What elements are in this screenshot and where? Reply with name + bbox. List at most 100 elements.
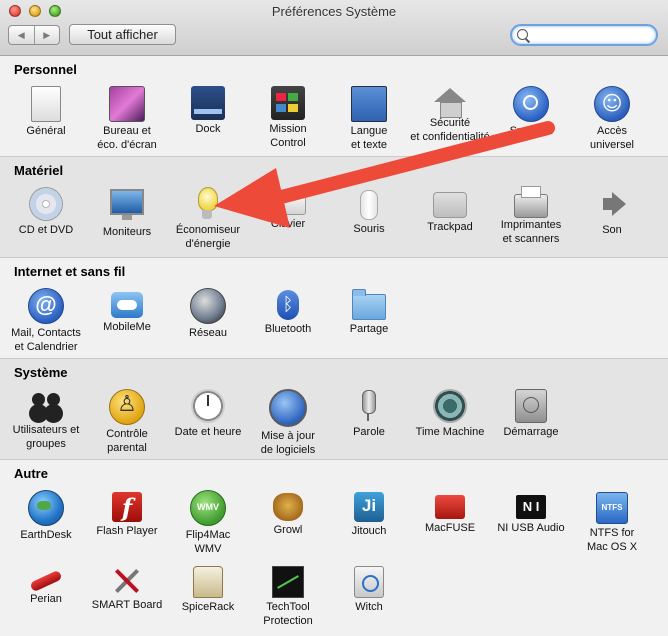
pane-label: SMART Board xyxy=(91,599,163,611)
pane-label-line2: et texte xyxy=(350,139,388,151)
pane-cd-dvd[interactable]: CD et DVD xyxy=(4,187,88,237)
macfuse-icon xyxy=(435,495,465,519)
section-title: Autre xyxy=(14,466,48,481)
pane-keyboard[interactable]: Clavier xyxy=(246,187,330,231)
pane-label: Langue xyxy=(350,125,388,137)
time-machine-icon xyxy=(433,389,467,423)
pane-label: NTFS for xyxy=(589,527,635,539)
pane-label: Time Machine xyxy=(415,426,485,438)
pane-label: Trackpad xyxy=(427,221,473,233)
section-title: Personnel xyxy=(14,62,77,77)
pane-perian[interactable]: Perian xyxy=(4,564,88,606)
pane-label-line2: et Calendrier xyxy=(14,341,78,353)
pane-parental-controls[interactable]: Contrôle parental xyxy=(85,389,169,455)
pane-flip4mac[interactable]: Flip4Mac WMV xyxy=(166,490,250,556)
pane-witch[interactable]: Witch xyxy=(327,564,411,614)
sharing-folder-icon xyxy=(352,289,386,320)
search-field[interactable] xyxy=(510,24,658,46)
perian-icon xyxy=(29,569,63,593)
pane-label: Général xyxy=(26,125,66,137)
section-personnel: Personnel Général Bureau et éco. d'écran … xyxy=(0,56,668,157)
pane-spotlight[interactable]: Spotlight xyxy=(489,86,573,138)
earthdesk-icon xyxy=(28,490,64,526)
pane-label-line2: Mac OS X xyxy=(586,541,638,553)
pane-label: Utilisateurs et xyxy=(12,424,80,436)
pane-monitors[interactable]: Moniteurs xyxy=(85,187,169,239)
pane-mission-control[interactable]: Mission Control xyxy=(246,86,330,150)
energy-bulb-icon xyxy=(198,187,218,219)
pane-mouse[interactable]: Souris xyxy=(327,187,411,236)
flash-player-icon xyxy=(112,492,142,522)
pane-time-machine[interactable]: Time Machine xyxy=(408,389,492,439)
pane-label: Mail, Contacts xyxy=(11,327,81,339)
pane-label: Démarrage xyxy=(503,426,559,438)
pane-label-line2: de logiciels xyxy=(260,444,316,456)
pane-startup-disk[interactable]: Démarrage xyxy=(489,389,573,439)
pane-mobileme[interactable]: MobileMe xyxy=(85,288,169,334)
pane-software-update[interactable]: Mise à jour de logiciels xyxy=(246,389,330,457)
speaker-icon xyxy=(595,187,629,221)
pane-label: MacFUSE xyxy=(424,522,476,534)
pane-ni-usb-audio[interactable]: NI USB Audio xyxy=(489,490,573,535)
startup-disk-icon xyxy=(515,389,547,423)
pane-techtool[interactable]: TechTool Protection xyxy=(246,564,330,628)
pane-bluetooth[interactable]: Bluetooth xyxy=(246,288,330,336)
ntfs-icon xyxy=(596,492,628,524)
pane-label-line2: et scanners xyxy=(502,233,560,245)
growl-icon xyxy=(273,493,303,521)
forward-arrow-icon: ▶ xyxy=(43,29,51,40)
pane-macfuse[interactable]: MacFUSE xyxy=(408,490,492,535)
pane-label: Mission xyxy=(269,123,307,135)
pane-language-text[interactable]: Langue et texte xyxy=(327,86,411,152)
show-all-button[interactable]: Tout afficher xyxy=(69,24,176,45)
flip4mac-wmv-icon xyxy=(190,490,226,526)
pane-security-privacy[interactable]: Sécurité et confidentialité xyxy=(408,86,492,144)
pane-energy-saver[interactable]: Économiseur d'énergie xyxy=(166,187,250,251)
pane-label: Parole xyxy=(353,426,385,438)
pane-trackpad[interactable]: Trackpad xyxy=(408,187,492,234)
pane-mail-contacts-calendar[interactable]: Mail, Contacts et Calendrier xyxy=(4,288,88,354)
pane-label: Réseau xyxy=(189,327,227,339)
pane-label: CD et DVD xyxy=(18,224,74,236)
pane-growl[interactable]: Growl xyxy=(246,490,330,537)
pane-sound[interactable]: Son xyxy=(570,187,654,237)
pane-desktop-screensaver[interactable]: Bureau et éco. d'écran xyxy=(85,86,169,152)
accessibility-icon xyxy=(594,86,630,122)
techtool-icon xyxy=(272,566,304,598)
pane-accessibility[interactable]: Accès universel xyxy=(570,86,654,152)
pane-ntfs[interactable]: NTFS for Mac OS X xyxy=(570,490,654,554)
pane-label-line2: d'énergie xyxy=(185,238,231,250)
pane-dock[interactable]: Dock xyxy=(166,86,250,136)
pane-label: Mise à jour xyxy=(261,430,315,442)
printer-icon xyxy=(514,186,548,218)
smart-board-tools-icon xyxy=(112,566,142,596)
search-input[interactable] xyxy=(532,27,654,45)
pane-smart-board[interactable]: SMART Board xyxy=(85,564,169,612)
security-house-icon xyxy=(434,88,466,118)
pane-label: Dock xyxy=(195,123,221,135)
pane-earthdesk[interactable]: EarthDesk xyxy=(4,490,88,542)
pane-users-groups[interactable]: Utilisateurs et groupes xyxy=(4,389,88,451)
pane-label: EarthDesk xyxy=(20,529,72,541)
pane-network[interactable]: Réseau xyxy=(166,288,250,340)
pane-spicerack[interactable]: SpiceRack xyxy=(166,564,250,614)
pane-label: TechTool xyxy=(266,601,310,613)
monitor-icon xyxy=(110,189,144,220)
pane-date-time[interactable]: Date et heure xyxy=(166,389,250,439)
section-title: Matériel xyxy=(14,163,64,178)
forward-button[interactable]: ▶ xyxy=(33,26,60,44)
pane-flash-player[interactable]: Flash Player xyxy=(85,490,169,538)
pane-sharing[interactable]: Partage xyxy=(327,288,411,336)
pane-label-line2: universel xyxy=(589,139,635,151)
pane-jitouch[interactable]: Jitouch xyxy=(327,490,411,538)
back-button[interactable]: ◀ xyxy=(9,26,34,44)
pane-label-line2: groupes xyxy=(26,438,66,450)
cd-dvd-icon xyxy=(29,187,63,221)
desktop-screensaver-icon xyxy=(109,86,145,122)
pane-printers-scanners[interactable]: Imprimantes et scanners xyxy=(489,186,573,246)
pane-speech[interactable]: Parole xyxy=(327,389,411,439)
keyboard-icon xyxy=(270,195,306,215)
pane-label: Imprimantes xyxy=(500,219,562,231)
bluetooth-icon xyxy=(277,290,299,320)
pane-general[interactable]: Général xyxy=(4,86,88,138)
